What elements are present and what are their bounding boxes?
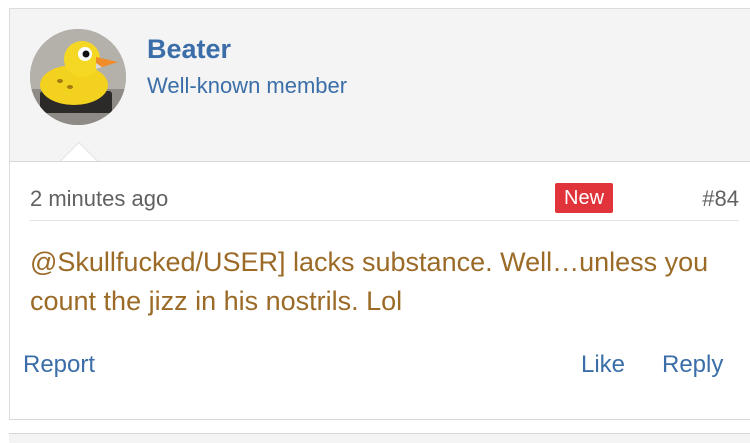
author-title: Well-known member bbox=[147, 73, 348, 98]
post-timestamp[interactable]: 2 minutes ago bbox=[30, 186, 168, 212]
post-message: @Skullfucked/USER] lacks substance. Well… bbox=[30, 247, 709, 316]
like-button[interactable]: Like bbox=[581, 351, 625, 379]
rubber-duck-avatar-icon bbox=[30, 29, 126, 125]
author-username[interactable]: Beater bbox=[147, 34, 231, 65]
post-user-header: Beater Well-known member bbox=[10, 9, 750, 162]
post-card: Beater Well-known member 2 minutes ago N… bbox=[9, 8, 750, 420]
new-badge: New bbox=[555, 183, 614, 213]
header-pointer bbox=[61, 143, 97, 161]
avatar[interactable] bbox=[30, 29, 126, 125]
report-button[interactable]: Report bbox=[23, 351, 95, 379]
post-number-link[interactable]: #84 bbox=[702, 186, 739, 212]
post-meta-row: 2 minutes ago New #84 bbox=[30, 180, 739, 221]
reply-button[interactable]: Reply bbox=[662, 351, 723, 379]
